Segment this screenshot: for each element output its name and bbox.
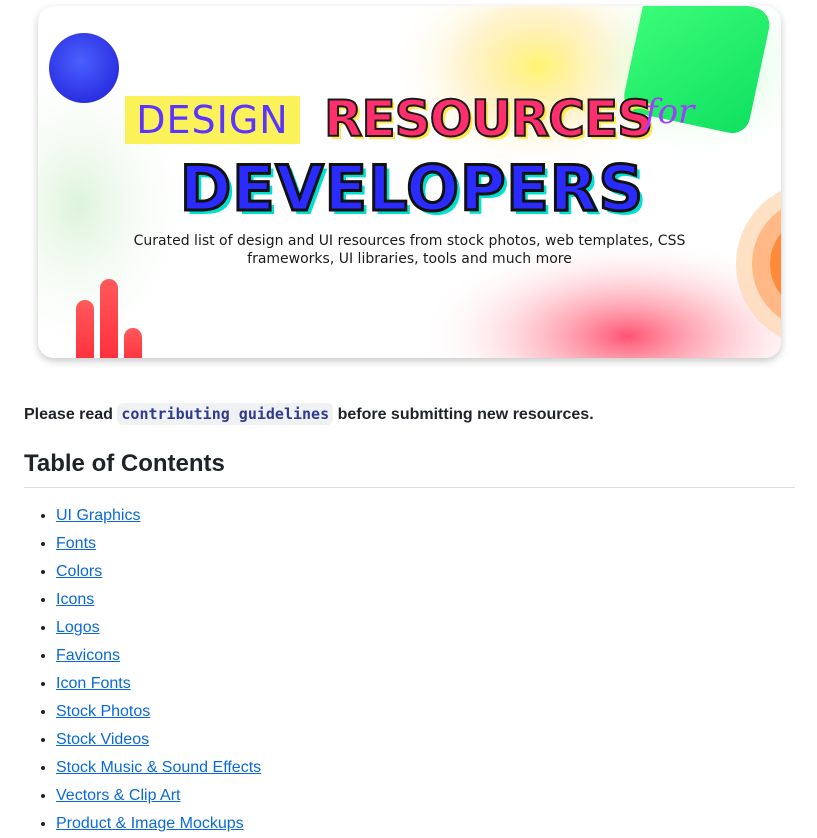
toc-heading: Table of Contents — [24, 450, 225, 477]
toc-link-product-mockups[interactable]: Product & Image Mockups — [56, 815, 244, 832]
toc-list: UI Graphics Fonts Colors Icons Logos Fav… — [24, 502, 261, 838]
toc-link-vectors-clip-art[interactable]: Vectors & Clip Art — [56, 787, 181, 804]
toc-item: Icon Fonts — [56, 670, 261, 698]
contributing-guidelines-link[interactable]: contributing guidelines — [117, 403, 334, 425]
notice-prefix: Please read — [24, 406, 113, 423]
toc-link-ui-graphics[interactable]: UI Graphics — [56, 507, 140, 524]
toc-item: Vectors & Clip Art — [56, 782, 261, 810]
banner-subtitle-line1: Curated list of design and UI resources … — [133, 233, 686, 249]
toc-item: Product & Image Mockups — [56, 810, 261, 838]
banner-title-for: for — [645, 92, 695, 132]
toc-link-stock-music[interactable]: Stock Music & Sound Effects — [56, 759, 261, 776]
toc-item: Logos — [56, 614, 261, 642]
toc-item: Stock Photos — [56, 698, 261, 726]
toc-link-stock-photos[interactable]: Stock Photos — [56, 703, 150, 720]
toc-item: Icons — [56, 586, 261, 614]
toc-link-logos[interactable]: Logos — [56, 619, 100, 636]
banner-subtitle-line2: frameworks, UI libraries, tools and much… — [247, 251, 572, 267]
contributing-notice: Please read contributing guidelines befo… — [24, 403, 594, 425]
banner-image: DESIGN RESOURCES for DEVELOPERS Curated … — [38, 6, 781, 358]
toc-link-stock-videos[interactable]: Stock Videos — [56, 731, 149, 748]
toc-link-icons[interactable]: Icons — [56, 591, 94, 608]
toc-link-favicons[interactable]: Favicons — [56, 647, 120, 664]
banner-title-resources: RESOURCES — [323, 89, 654, 149]
contributing-guidelines-code: contributing guidelines — [117, 403, 334, 425]
toc-item: Colors — [56, 558, 261, 586]
toc-item: Stock Music & Sound Effects — [56, 754, 261, 782]
toc-link-icon-fonts[interactable]: Icon Fonts — [56, 675, 131, 692]
banner-title-design: DESIGN — [125, 96, 300, 144]
notice-suffix: before submitting new resources. — [337, 406, 594, 423]
toc-divider — [24, 487, 795, 488]
banner-title-developers: DEVELOPERS — [178, 151, 645, 227]
toc-item: Stock Videos — [56, 726, 261, 754]
blue-circle — [49, 33, 119, 103]
toc-item: UI Graphics — [56, 502, 261, 530]
toc-item: Fonts — [56, 530, 261, 558]
toc-link-colors[interactable]: Colors — [56, 563, 102, 580]
toc-item: Favicons — [56, 642, 261, 670]
banner-subtitle: Curated list of design and UI resources … — [108, 232, 711, 268]
toc-link-fonts[interactable]: Fonts — [56, 535, 96, 552]
